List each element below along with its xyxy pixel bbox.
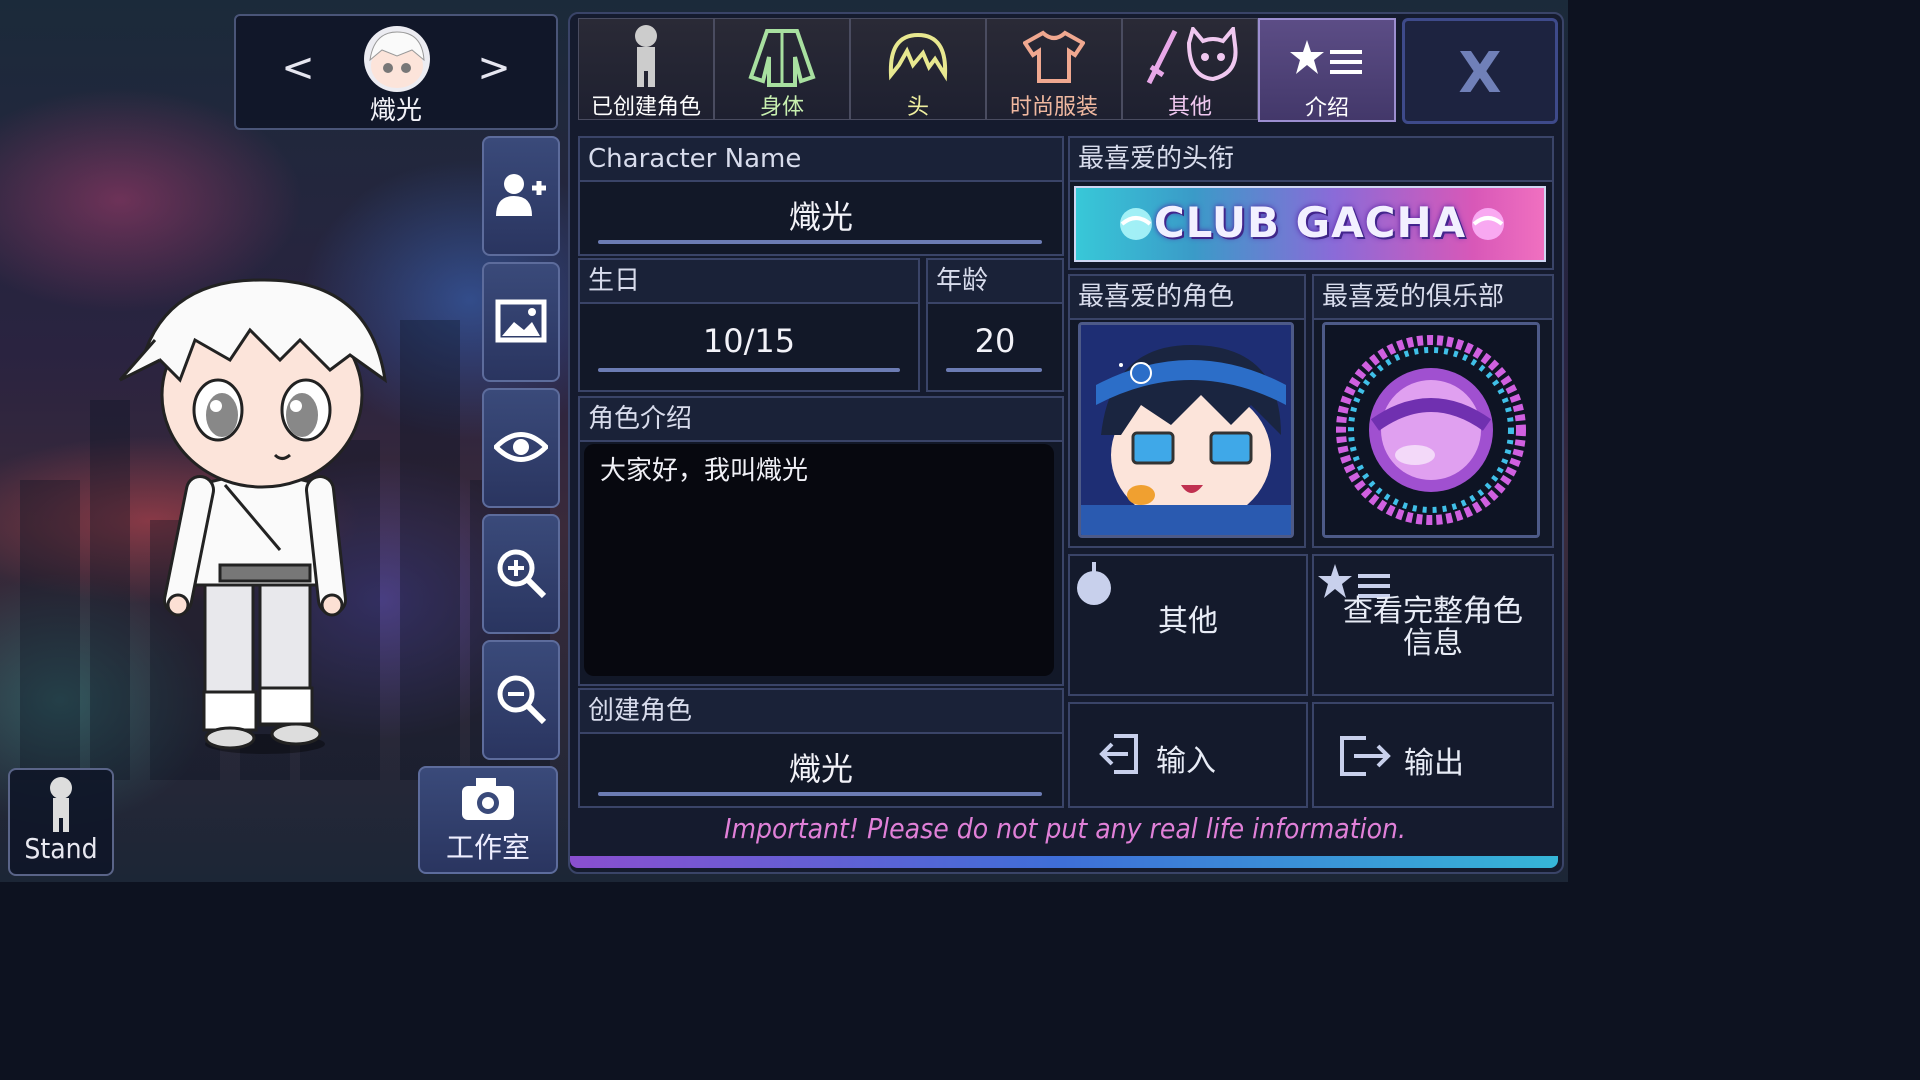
other-button[interactable]: 其他 <box>1068 554 1308 696</box>
character-figure[interactable] <box>100 260 420 760</box>
export-icon <box>1340 736 1391 776</box>
panel-accent-bar <box>570 856 1558 868</box>
pose-label: Stand <box>24 832 98 865</box>
tab-created-characters[interactable]: 已创建角色 <box>578 18 714 120</box>
creator-field[interactable]: 熾光 <box>580 744 1062 790</box>
creator-label: 创建角色 <box>580 690 1062 734</box>
tab-head[interactable]: 头 <box>850 18 986 120</box>
zoom-out-button[interactable] <box>482 640 560 760</box>
pose-stand-button[interactable]: Stand <box>8 768 114 876</box>
add-person-icon <box>496 174 546 216</box>
birthday-field[interactable]: 10/15 <box>580 322 918 360</box>
character-name-underline <box>598 240 1042 244</box>
jacket-icon <box>748 29 816 87</box>
tab-intro[interactable]: 介绍 <box>1258 18 1396 122</box>
favorite-club-image[interactable] <box>1322 322 1540 538</box>
tshirt-icon <box>1023 30 1085 83</box>
character-name-box: Character Name 熾光 <box>578 136 1064 256</box>
birthday-box: 生日 10/15 <box>578 258 920 392</box>
favorite-title-banner[interactable]: CLUB GACHA <box>1074 186 1546 262</box>
import-icon <box>1099 734 1138 774</box>
zoom-out-icon <box>497 675 547 725</box>
birthday-underline <box>598 368 900 372</box>
studio-button[interactable]: 工作室 <box>418 766 558 874</box>
privacy-warning: Important! Please do not put any real li… <box>724 812 1406 845</box>
person-silhouette-icon <box>50 777 72 832</box>
intro-text: 大家好，我叫熾光 <box>600 456 809 486</box>
view-full-profile-label: 查看完整角色信息 <box>1343 594 1523 661</box>
zoom-in-icon <box>497 549 547 599</box>
close-button[interactable]: X <box>1402 18 1558 124</box>
tab-fashion[interactable]: 时尚服装 <box>986 18 1122 120</box>
character-avatar <box>364 26 430 92</box>
next-character-button[interactable]: > <box>472 46 516 90</box>
sword-cat-icon <box>1146 27 1238 85</box>
age-underline <box>946 368 1042 372</box>
favorite-character-image[interactable] <box>1078 322 1294 538</box>
tab-other[interactable]: 其他 <box>1122 18 1258 120</box>
tab-body[interactable]: 身体 <box>714 18 850 120</box>
favorite-title-label: 最喜爱的头衔 <box>1070 138 1552 182</box>
character-selector: < > 熾光 <box>234 14 558 130</box>
birthday-label: 生日 <box>580 260 918 304</box>
zoom-in-button[interactable] <box>482 514 560 634</box>
character-name-field[interactable]: 熾光 <box>580 192 1062 238</box>
hair-icon <box>888 32 948 82</box>
add-character-button[interactable] <box>482 136 560 256</box>
favorite-club-label: 最喜爱的俱乐部 <box>1314 276 1552 320</box>
intro-label: 角色介绍 <box>580 398 1062 442</box>
eye-icon <box>494 432 548 462</box>
import-button[interactable]: 输入 <box>1068 702 1308 808</box>
export-label: 输出 <box>1404 746 1464 781</box>
character-name-label: Character Name <box>580 138 1062 182</box>
creator-box: 创建角色 熾光 <box>578 688 1064 808</box>
prev-character-button[interactable]: < <box>276 46 320 90</box>
background-button[interactable] <box>482 262 560 382</box>
age-box: 年龄 20 <box>926 258 1064 392</box>
import-label: 输入 <box>1156 744 1216 779</box>
age-field[interactable]: 20 <box>928 322 1062 360</box>
age-label: 年龄 <box>928 260 1062 304</box>
visibility-button[interactable] <box>482 388 560 508</box>
favorite-character-label: 最喜爱的角色 <box>1070 276 1304 320</box>
person-silhouette-icon <box>635 25 657 87</box>
view-full-profile-button[interactable]: 查看完整角色信息 <box>1312 554 1554 696</box>
other-label: 其他 <box>1158 604 1218 639</box>
studio-label: 工作室 <box>445 831 530 864</box>
close-icon: X <box>1458 41 1502 106</box>
image-icon <box>495 299 547 343</box>
creator-underline <box>598 792 1042 796</box>
orb-icon <box>1472 208 1504 240</box>
selected-character-name: 熾光 <box>369 96 422 126</box>
camera-icon <box>462 778 514 820</box>
tab-bar: 已创建角色 身体 头 时尚服装 其他 介绍 <box>578 18 1396 122</box>
export-button[interactable]: 输出 <box>1312 702 1554 808</box>
star-list-icon <box>1290 40 1362 74</box>
intro-textarea[interactable]: 大家好，我叫熾光 <box>584 444 1054 676</box>
